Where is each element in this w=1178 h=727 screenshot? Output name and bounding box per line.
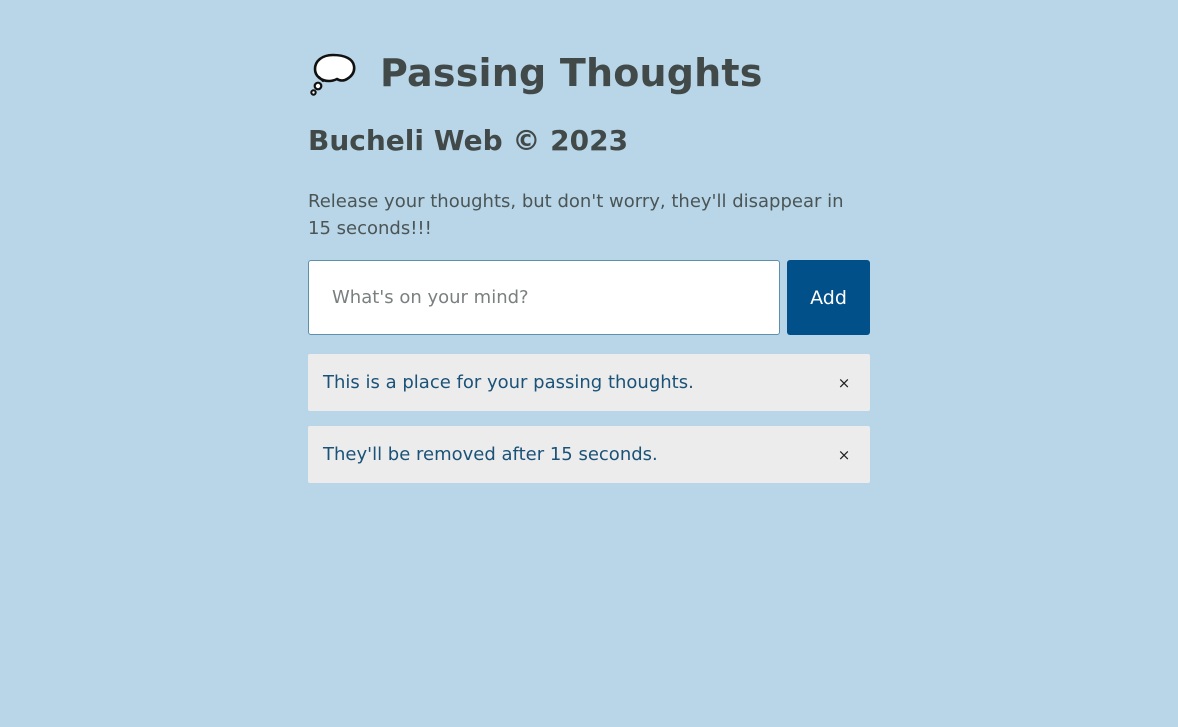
thought-item: They'll be removed after 15 seconds. × [308, 426, 870, 483]
thought-text: They'll be removed after 15 seconds. [323, 444, 658, 465]
thought-text: This is a place for your passing thought… [323, 372, 694, 393]
thought-form: Add [308, 260, 870, 335]
remove-thought-button[interactable]: × [832, 371, 856, 395]
header: Passing Thoughts [308, 46, 763, 100]
page-subtitle: Bucheli Web © 2023 [308, 124, 629, 157]
thought-input[interactable] [308, 260, 780, 335]
thought-list: This is a place for your passing thought… [308, 354, 870, 498]
thought-balloon-icon [308, 49, 356, 97]
thought-item: This is a place for your passing thought… [308, 354, 870, 411]
remove-thought-button[interactable]: × [832, 443, 856, 467]
page-title: Passing Thoughts [380, 51, 763, 95]
page-description: Release your thoughts, but don't worry, … [308, 191, 844, 239]
add-button[interactable]: Add [787, 260, 870, 335]
